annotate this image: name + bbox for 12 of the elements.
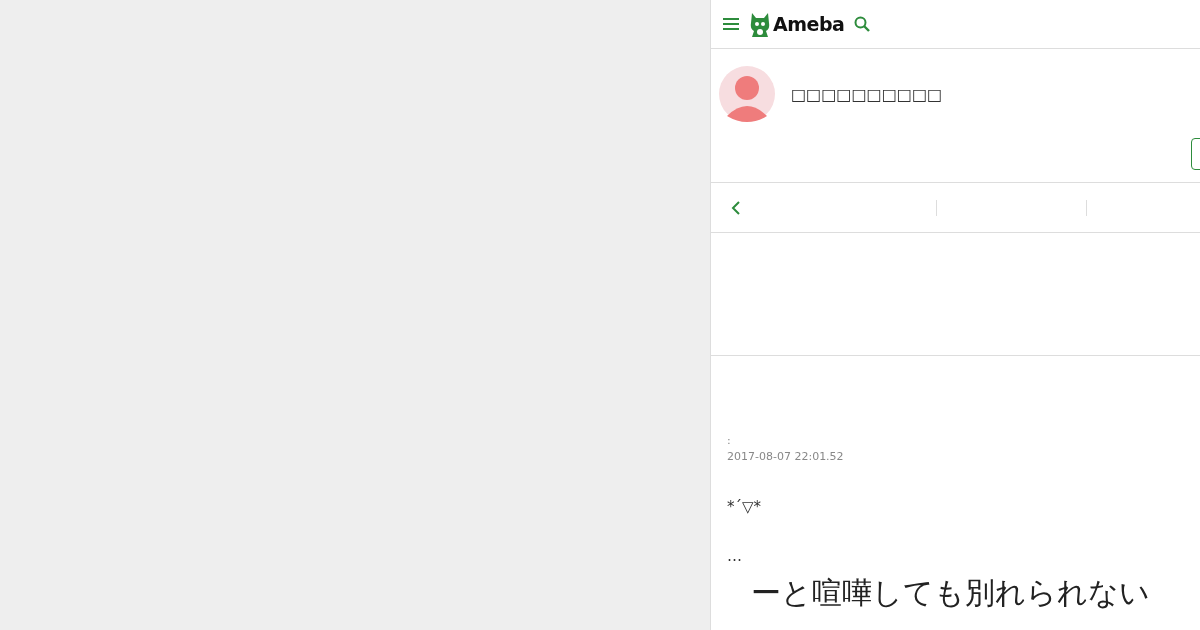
post-text: *´▽* [727,497,763,517]
logo-text[interactable]: Ameba [773,13,845,35]
post-heading: ーと喧嘩しても別れられない [751,576,1151,610]
post-text: … [727,546,743,566]
menu-icon[interactable] [723,18,739,30]
search-icon[interactable] [854,16,871,32]
mascot-icon [749,11,771,37]
back-icon[interactable] [731,200,741,215]
post-date: 2017-08-07 22:01.52 [727,450,845,464]
blog-title[interactable]: □□□□□□□□□□ [791,84,943,104]
avatar[interactable] [719,66,775,122]
author-label: : [727,434,732,448]
